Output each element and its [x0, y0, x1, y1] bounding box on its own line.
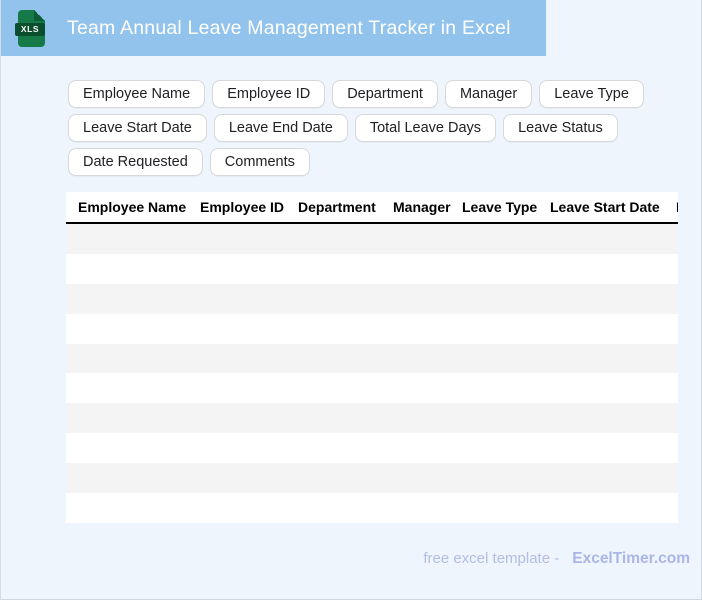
- col-leave-end-date: Leave End Date: [676, 199, 678, 215]
- table-empty-row: [66, 253, 678, 284]
- table-empty-row: [66, 313, 678, 344]
- chip-leave-start-date[interactable]: Leave Start Date: [68, 114, 207, 142]
- chip-leave-end-date[interactable]: Leave End Date: [213, 114, 348, 142]
- xls-icon-label: XLS: [15, 22, 45, 36]
- chip-row-2: Leave Start Date Leave End Date Total Le…: [68, 114, 644, 142]
- col-manager: Manager: [393, 199, 451, 215]
- chip-comments[interactable]: Comments: [209, 148, 310, 176]
- leave-tracker-table: Employee Name Employee ID Department Man…: [66, 192, 678, 523]
- chip-department[interactable]: Department: [332, 80, 438, 108]
- footer-brand-link[interactable]: ExcelTimer.com: [572, 550, 690, 568]
- table-body: [66, 224, 678, 523]
- field-chips: Employee Name Employee ID Department Man…: [68, 80, 644, 182]
- col-leave-type: Leave Type: [462, 199, 538, 215]
- chip-leave-status[interactable]: Leave Status: [503, 114, 618, 142]
- chip-date-requested[interactable]: Date Requested: [68, 148, 203, 176]
- table-empty-row: [66, 463, 678, 494]
- footer: free excel template - ExcelTimer.com: [423, 550, 690, 568]
- col-leave-start-date: Leave Start Date: [550, 199, 660, 215]
- table-header-row: Employee Name Employee ID Department Man…: [66, 192, 678, 224]
- table-empty-row: [66, 224, 678, 254]
- table-empty-row: [66, 403, 678, 434]
- chip-leave-type[interactable]: Leave Type: [539, 80, 644, 108]
- chip-row-1: Employee Name Employee ID Department Man…: [68, 80, 644, 108]
- page-title: Team Annual Leave Management Tracker in …: [67, 16, 511, 39]
- table-empty-row: [66, 373, 678, 404]
- xls-file-icon: XLS: [15, 9, 45, 47]
- footer-caption: free excel template -: [423, 550, 560, 567]
- page: XLS Team Annual Leave Management Tracker…: [0, 0, 702, 600]
- table-empty-row: [66, 343, 678, 374]
- col-employee-id: Employee ID: [200, 199, 285, 215]
- col-employee-name: Employee Name: [78, 199, 187, 215]
- table-empty-row: [66, 493, 678, 523]
- chip-total-leave-days[interactable]: Total Leave Days: [354, 114, 497, 142]
- col-department: Department: [298, 199, 376, 215]
- chip-employee-name[interactable]: Employee Name: [68, 80, 206, 108]
- chip-manager[interactable]: Manager: [444, 80, 533, 108]
- header-banner: XLS Team Annual Leave Management Tracker…: [0, 0, 546, 56]
- table-empty-row: [66, 283, 678, 314]
- table-empty-row: [66, 433, 678, 464]
- chip-row-3: Date Requested Comments: [68, 148, 644, 176]
- chip-employee-id[interactable]: Employee ID: [212, 80, 326, 108]
- xls-icon-fold: [34, 9, 45, 21]
